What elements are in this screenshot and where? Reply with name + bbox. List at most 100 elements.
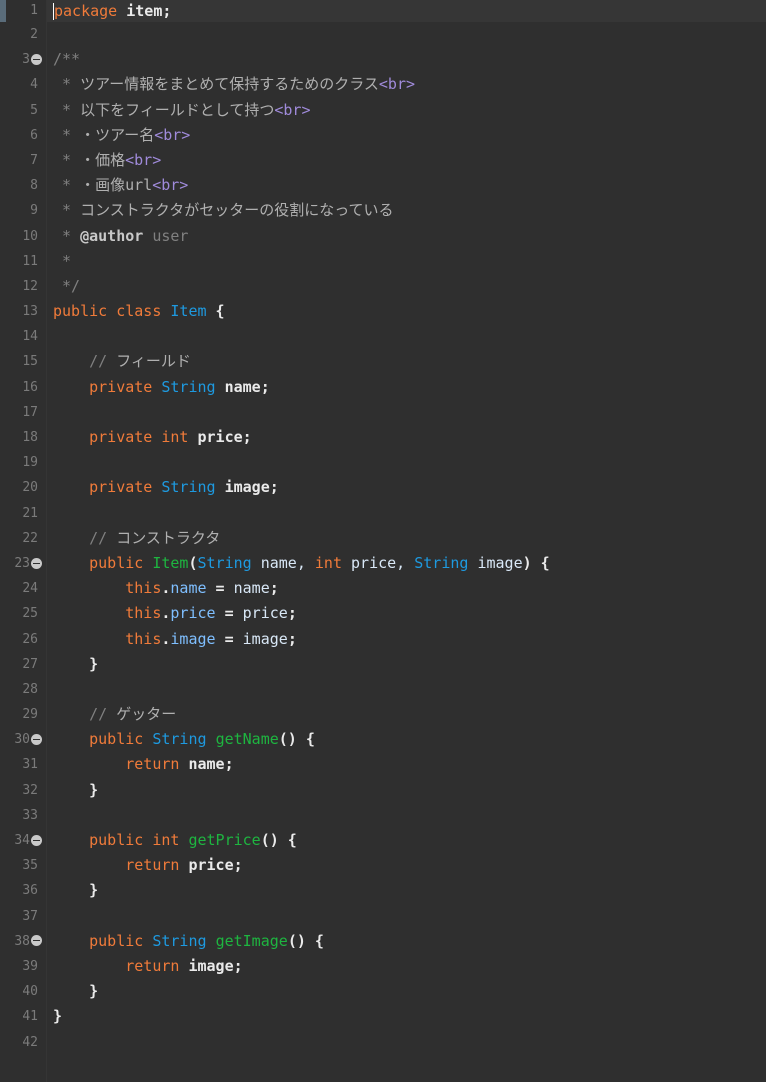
fold-collapse-icon[interactable] <box>31 557 42 569</box>
code-line[interactable]: 38 public String getImage() { <box>0 929 766 954</box>
code-token: */ <box>53 276 81 295</box>
code-token: String <box>152 931 207 950</box>
code-line[interactable]: 37 <box>0 904 766 929</box>
fold-collapse-icon[interactable] <box>31 53 42 65</box>
code-line[interactable]: 30 public String getName() { <box>0 727 766 752</box>
code-token: public <box>53 831 144 849</box>
code-line[interactable]: 36 } <box>0 878 766 903</box>
code-line[interactable]: 6 * ・ツアー名<br> <box>0 123 766 148</box>
code-token: // <box>53 352 117 371</box>
code-token: public <box>53 730 144 749</box>
code-token: @author <box>80 226 144 245</box>
code-line[interactable]: 2 <box>0 22 766 47</box>
code-line[interactable]: 18 private int price; <box>0 425 766 450</box>
line-number: 21 <box>22 505 38 521</box>
code-line[interactable]: 32 } <box>0 778 766 803</box>
code-token: // <box>53 528 117 547</box>
code-token: getImage <box>215 931 288 950</box>
code-line[interactable]: 27 } <box>0 652 766 677</box>
line-number: 12 <box>22 278 38 294</box>
code-line[interactable]: 13 public class Item { <box>0 299 766 324</box>
code-editor[interactable]: 1 package item; 2 3 /** 4 * ツアー情報をまとめて保持するための… <box>0 0 766 1082</box>
code-line[interactable]: 23 public Item(String name, int price, S… <box>0 551 766 576</box>
code-token: this <box>53 579 162 598</box>
code-line[interactable]: 24 this.name = name; <box>0 576 766 601</box>
code-line[interactable]: 29 // ゲッター <box>0 702 766 727</box>
code-token: Item <box>152 553 189 572</box>
code-line[interactable]: 15 // フィールド <box>0 349 766 374</box>
line-number: 34 <box>14 833 30 848</box>
code-token: 以下をフィールドとして持つ <box>80 100 275 119</box>
code-line[interactable]: 41} <box>0 1004 766 1029</box>
code-line[interactable]: 39 return image; <box>0 954 766 979</box>
code-token: return <box>53 755 180 774</box>
code-token: item; <box>117 2 172 20</box>
code-line[interactable]: 33 <box>0 803 766 828</box>
line-number: 42 <box>22 1034 38 1050</box>
code-line[interactable]: 7 * ・価格<br> <box>0 148 766 173</box>
line-number: 37 <box>22 908 38 924</box>
code-token: ゲッター <box>116 705 177 724</box>
line-number: 10 <box>22 228 38 244</box>
line-code: this.price = price; <box>53 601 297 626</box>
code-token: ; <box>269 579 279 598</box>
code-token: ・ツアー名 <box>80 125 155 144</box>
code-lines[interactable]: 1 package item; 2 3 /** 4 * ツアー情報をまとめて保持するための… <box>0 0 766 1055</box>
line-number: 4 <box>30 77 38 93</box>
line-code: * ・ツアー名<br> <box>53 123 190 148</box>
code-line[interactable]: 14 <box>0 324 766 349</box>
code-line[interactable]: 5 * 以下をフィールドとして持つ<br> <box>0 98 766 123</box>
code-token: ・価格 <box>80 150 126 169</box>
code-token: * <box>53 100 81 119</box>
fold-collapse-icon[interactable] <box>31 834 42 846</box>
code-line[interactable]: 3 /** <box>0 47 766 72</box>
code-line[interactable]: 11 * <box>0 249 766 274</box>
code-token: price <box>170 604 216 623</box>
code-token: () { <box>260 831 297 849</box>
code-line[interactable]: 31 return name; <box>0 752 766 777</box>
code-token: name <box>233 579 270 598</box>
code-token: * <box>53 125 81 144</box>
code-token: this <box>53 604 162 623</box>
code-line[interactable]: 28 <box>0 677 766 702</box>
code-line[interactable]: 4 * ツアー情報をまとめて保持するためのクラス<br> <box>0 72 766 97</box>
code-line[interactable]: 35 return price; <box>0 853 766 878</box>
line-number: 7 <box>30 152 38 168</box>
code-token: return <box>53 856 180 875</box>
code-line[interactable]: 16 private String name; <box>0 375 766 400</box>
code-line[interactable]: 9 * コンストラクタがセッターの役割になっている <box>0 198 766 223</box>
line-number: 30 <box>14 732 30 748</box>
code-line[interactable]: 20 private String image; <box>0 475 766 500</box>
code-line[interactable]: 1 package item; <box>0 0 766 22</box>
fold-collapse-icon[interactable] <box>31 733 42 745</box>
code-line[interactable]: 17 <box>0 400 766 425</box>
code-line[interactable]: 22 // コンストラクタ <box>0 526 766 551</box>
code-line[interactable]: 21 <box>0 501 766 526</box>
code-token: * <box>53 226 81 245</box>
code-token: price, <box>342 553 415 572</box>
line-number: 31 <box>22 757 38 773</box>
code-line[interactable]: 42 <box>0 1030 766 1055</box>
code-line[interactable]: 8 * ・画像url<br> <box>0 173 766 198</box>
code-line[interactable]: 40 } <box>0 979 766 1004</box>
line-number: 19 <box>22 455 38 471</box>
code-token: String <box>152 730 207 749</box>
line-number: 1 <box>30 3 38 18</box>
code-line[interactable]: 19 <box>0 450 766 475</box>
code-token: package <box>54 2 118 20</box>
line-number: 33 <box>22 807 38 823</box>
line-number: 17 <box>22 404 38 420</box>
code-token: public <box>53 553 144 572</box>
code-token: <br> <box>154 125 191 144</box>
code-line[interactable]: 25 this.price = price; <box>0 601 766 626</box>
code-line[interactable]: 12 */ <box>0 274 766 299</box>
line-number: 23 <box>14 555 30 571</box>
code-line[interactable]: 10 * @author user <box>0 224 766 249</box>
code-line[interactable]: 26 this.image = image; <box>0 627 766 652</box>
code-token: price; <box>179 856 243 875</box>
code-line[interactable]: 34 public int getPrice() { <box>0 828 766 853</box>
line-number: 3 <box>22 52 30 68</box>
fold-collapse-icon[interactable] <box>31 935 42 947</box>
line-code: package item; <box>53 0 171 22</box>
